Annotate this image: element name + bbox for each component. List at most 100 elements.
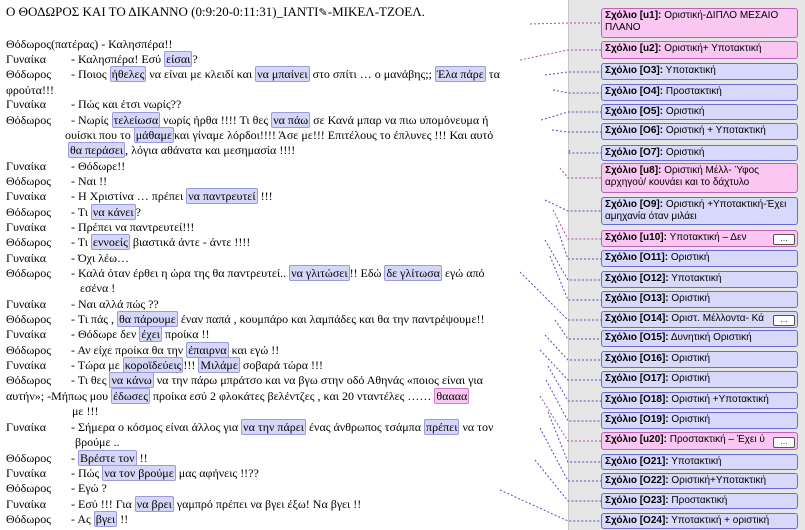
speaker-name: Γυναίκα xyxy=(6,497,47,511)
highlighted-verb: πρέπει xyxy=(424,419,460,435)
line-text: !!! xyxy=(257,189,273,203)
dialogue-line: Γυναίκα - Θόδωρε!! xyxy=(6,159,125,174)
highlighted-verb: Βρέστε τον xyxy=(78,450,137,466)
highlighted-verb: έδωσες xyxy=(111,388,150,404)
comment-balloon[interactable]: Σχόλιο [O23]: Προστακτική xyxy=(601,493,798,509)
line-text: ένας άνθρωπος τσάμπα xyxy=(306,420,425,434)
comment-balloon[interactable]: Σχόλιο [O21]: Υποτακτική xyxy=(601,454,798,470)
speaker-name: Γυναίκα xyxy=(6,159,47,173)
dialogue-line: Θόδωρος - Τι θες να κάνω να την πάρω μπρ… xyxy=(6,372,483,388)
comment-label: Σχόλιο [O9]: xyxy=(605,199,664,210)
comment-balloon[interactable]: Σχόλιο [O15]: Δυνητική Οριστική xyxy=(601,330,798,347)
speaker-name: Γυναίκα xyxy=(6,466,47,480)
highlighted-verb: τελείωσα xyxy=(111,112,161,128)
speaker-name: Γυναίκα xyxy=(6,52,47,66)
highlighted-verb: ήθελες xyxy=(109,66,147,82)
dialogue-line: Θόδωρος(πατέρας) - Καλησπέρα!! xyxy=(6,37,173,52)
speaker-name: Γυναίκα xyxy=(6,251,47,265)
line-text: - Τι xyxy=(68,205,91,219)
comment-text: Οριστική+Υποτακτική xyxy=(671,475,767,486)
comment-balloon[interactable]: Σχόλιο [O19]: Οριστική xyxy=(601,412,798,429)
dialogue-line: Γυναίκα - Καλησπέρα! Εσύ είσαι? xyxy=(6,51,198,67)
speaker-name: Γυναίκα xyxy=(6,297,47,311)
dialogue-continuation: βρούμε .. xyxy=(75,435,120,450)
highlighted-verb: εννοείς xyxy=(90,234,130,250)
highlighted-verb: μάθαμε xyxy=(133,127,174,143)
comment-label: Σχόλιο [O3]: xyxy=(605,65,664,76)
comment-label: Σχόλιο [O15]: xyxy=(605,332,669,343)
highlighted-verb: έχει xyxy=(139,326,163,342)
comment-balloon[interactable]: Σχόλιο [u2]: Οριστική+ Υποτακτική xyxy=(601,41,798,59)
speaker-name: Θόδωρος xyxy=(6,174,51,188)
comment-text: Οριστική xyxy=(671,414,710,425)
highlighted-verb: είσαι xyxy=(164,51,193,67)
speaker-name: Θόδωρος xyxy=(6,113,51,127)
highlighted-verb: να γλιτώσει xyxy=(289,265,350,281)
more-button[interactable]: … xyxy=(773,437,795,448)
line-text: - Εσύ !!! Για xyxy=(68,497,135,511)
line-text: - Τι πάς , xyxy=(68,312,118,326)
line-text: ουίσκι που το xyxy=(65,128,134,142)
comment-balloon[interactable]: Σχόλιο [O22]: Οριστική+Υποτακτική xyxy=(601,473,798,489)
comment-text: Οριστική xyxy=(671,353,710,364)
comment-balloon[interactable]: Σχόλιο [O9]: Οριστική +Υποτακτική-Έχει α… xyxy=(601,197,798,225)
comment-text: Υποτακτική – Δεν xyxy=(669,232,747,243)
line-text: - Νωρίς xyxy=(68,113,112,127)
comment-balloon[interactable]: Σχόλιο [O7]: Οριστική xyxy=(601,145,798,161)
comment-label: Σχόλιο [O21]: xyxy=(605,456,669,467)
line-text: !! xyxy=(117,512,129,526)
comment-balloon[interactable]: Σχόλιο [O13]: Οριστική xyxy=(601,291,798,308)
line-text: - Πώς xyxy=(68,466,103,480)
highlighted-verb: βγει xyxy=(93,511,118,527)
more-button[interactable]: … xyxy=(773,234,795,245)
comment-balloon[interactable]: Σχόλιο [u1]: Οριστική-ΔΙΠΛΟ ΜΕΣΑΙΟ ΠΛΑΝΟ xyxy=(601,8,798,38)
comment-label: Σχόλιο [O6]: xyxy=(605,125,664,136)
line-text: - Ποιος xyxy=(68,67,110,81)
comment-balloon[interactable]: Σχόλιο [O3]: Υποτακτική xyxy=(601,63,798,80)
comment-text: Οριστική +Υποτακτική xyxy=(671,394,769,405)
comment-balloon[interactable]: Σχόλιο [O18]: Οριστική +Υποτακτική xyxy=(601,392,798,409)
dialogue-line: Θόδωρος - Νωρίς τελείωσα νωρίς ήρθα !!!!… xyxy=(6,112,488,128)
comment-text: Υποτακτική xyxy=(671,273,722,284)
highlighted-verb: θα πάρουμε xyxy=(117,311,178,327)
line-text: να είναι με κλειδί και xyxy=(146,67,256,81)
highlighted-verb: δε γλίτωσα xyxy=(384,265,442,281)
line-text: - Πρέπει να παντρευτεί!!! xyxy=(68,220,195,234)
comment-label: Σχόλιο [O17]: xyxy=(605,373,669,384)
comment-balloon[interactable]: Σχόλιο [O24]: Υποτακτική + οριστική xyxy=(601,513,798,529)
comment-balloon[interactable]: Σχόλιο [O14]: Οριστ. Μέλλοντα- Κά… xyxy=(601,311,798,328)
line-text: σοβαρά τώρα !!! xyxy=(239,358,324,372)
comment-balloon[interactable]: Σχόλιο [O11]: Οριστική xyxy=(601,250,798,267)
comment-balloon[interactable]: Σχόλιο [O6]: Οριστική + Υποτακτική xyxy=(601,123,798,140)
pen-icon: ✎ xyxy=(318,7,328,19)
dialogue-line: Θόδωρος - Τι να κάνει? xyxy=(6,204,141,220)
comment-balloon[interactable]: Σχόλιο [O5]: Οριστική xyxy=(601,104,798,120)
comment-label: Σχόλιο [u2]: xyxy=(605,43,662,54)
dialogue-line: Γυναίκα - Ναι αλλά πώς ?? xyxy=(6,297,159,312)
comment-balloon[interactable]: Σχόλιο [u20]: Προστακτική – Έχει ύ… xyxy=(601,432,798,450)
speaker-name: Γυναίκα xyxy=(6,358,47,372)
comment-balloon[interactable]: Σχόλιο [O12]: Υποτακτική xyxy=(601,271,798,288)
dialogue-line: Γυναίκα - Τώρα με κοροϊδεύεις!!! Μιλάμε … xyxy=(6,357,324,373)
dialogue-line: Θόδωρος - Ναι !! xyxy=(6,174,107,189)
line-text: - Ναι !! xyxy=(68,174,108,188)
line-text: γαμπρό πρέπει να βγει έξω! Να βγει !! xyxy=(173,497,362,511)
line-text: !! Εδώ xyxy=(349,266,385,280)
line-text: νωρίς ήρθα !!!! Τι θες xyxy=(160,113,272,127)
line-text: βρούμε .. xyxy=(75,435,120,449)
line-text: μας αφήνεις !!?? xyxy=(175,466,259,480)
speaker-name: Θόδωρος xyxy=(6,481,51,495)
more-button[interactable]: … xyxy=(773,315,795,326)
comment-balloon[interactable]: Σχόλιο [O4]: Προστακτική xyxy=(601,84,798,101)
comment-balloon[interactable]: Σχόλιο [u10]: Υποτακτική – Δεν… xyxy=(601,230,798,247)
line-text: - Η Χριστίνα … πρέπει xyxy=(68,189,187,203)
comment-text: Οριστ. Μέλλοντα- Κά xyxy=(671,313,764,324)
document-page: Ο ΘΟΔΩΡΟΣ ΚΑΙ ΤΟ ΔΙΚΑΝΝΟ (0:9:20-0:11:31… xyxy=(0,0,568,530)
comment-balloon[interactable]: Σχόλιο [O16]: Οριστική xyxy=(601,351,798,368)
line-text: - Καλησπέρα!! xyxy=(98,37,173,51)
speaker-name: Θόδωρος xyxy=(6,205,51,219)
comment-text: Προστακτική – Έχει ύ xyxy=(669,434,765,445)
comment-balloon[interactable]: Σχόλιο [O17]: Οριστική xyxy=(601,371,798,388)
comment-balloon[interactable]: Σχόλιο [u8]: Οριστική Μέλλ- Ύφος αρχηγού… xyxy=(601,163,798,193)
line-text: - Θόδωρε δεν xyxy=(68,327,140,341)
